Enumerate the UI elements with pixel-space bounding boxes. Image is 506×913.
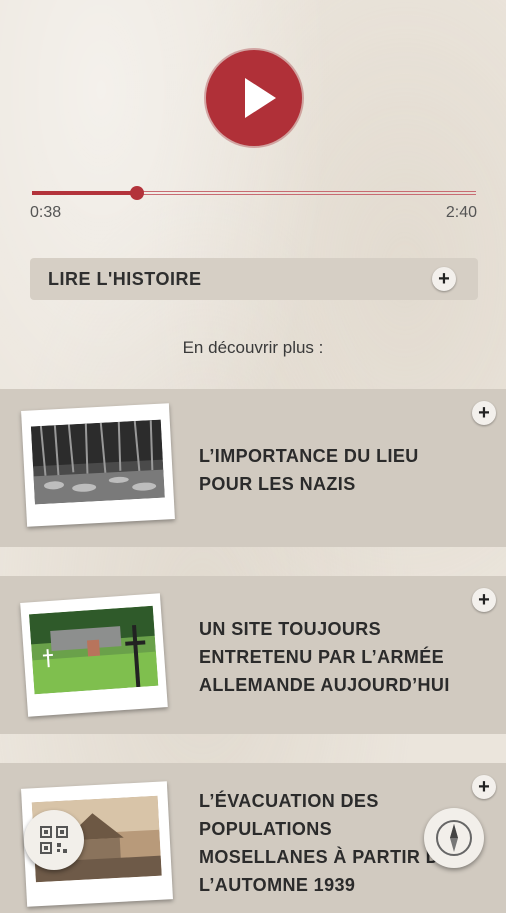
read-story-label: LIRE L'HISTOIRE bbox=[48, 269, 202, 289]
card-importance-lieu[interactable]: + L’IMPORTANCE DU LIEU POUR LES NAZIS bbox=[0, 389, 506, 547]
plus-icon[interactable]: + bbox=[472, 775, 496, 799]
discover-more-label: En découvrir plus : bbox=[182, 338, 324, 357]
progress-knob[interactable] bbox=[130, 186, 145, 200]
card-title: L’IMPORTANCE DU LIEU POUR LES NAZIS bbox=[199, 446, 419, 494]
progress-fill bbox=[32, 191, 138, 195]
card-site-entretenu[interactable]: + UN SITE TOUJOURS ENTRETENU PAR L’ARMÉE… bbox=[0, 576, 506, 734]
compass-icon bbox=[436, 820, 472, 856]
card-title: UN SITE TOUJOURS ENTRETENU PAR L’ARMÉE A… bbox=[199, 619, 450, 695]
current-time: 0:38 bbox=[30, 204, 62, 221]
read-story-button[interactable]: LIRE L'HISTOIRE + bbox=[30, 258, 478, 300]
play-icon bbox=[245, 78, 276, 118]
plus-icon[interactable]: + bbox=[472, 588, 496, 612]
audio-progress-slider[interactable] bbox=[32, 186, 476, 200]
card-title: L’ÉVACUATION DES POPULATIONS MOSELLANES … bbox=[199, 791, 452, 895]
plus-icon: + bbox=[432, 267, 456, 291]
compass-button[interactable] bbox=[424, 808, 484, 868]
qr-scan-button[interactable] bbox=[24, 810, 84, 870]
qr-code-icon bbox=[40, 826, 68, 854]
plus-icon[interactable]: + bbox=[472, 401, 496, 425]
forest-photo bbox=[21, 403, 175, 527]
cemetery-photo bbox=[20, 593, 168, 717]
play-button[interactable] bbox=[206, 50, 302, 146]
total-time: 2:40 bbox=[445, 204, 477, 221]
